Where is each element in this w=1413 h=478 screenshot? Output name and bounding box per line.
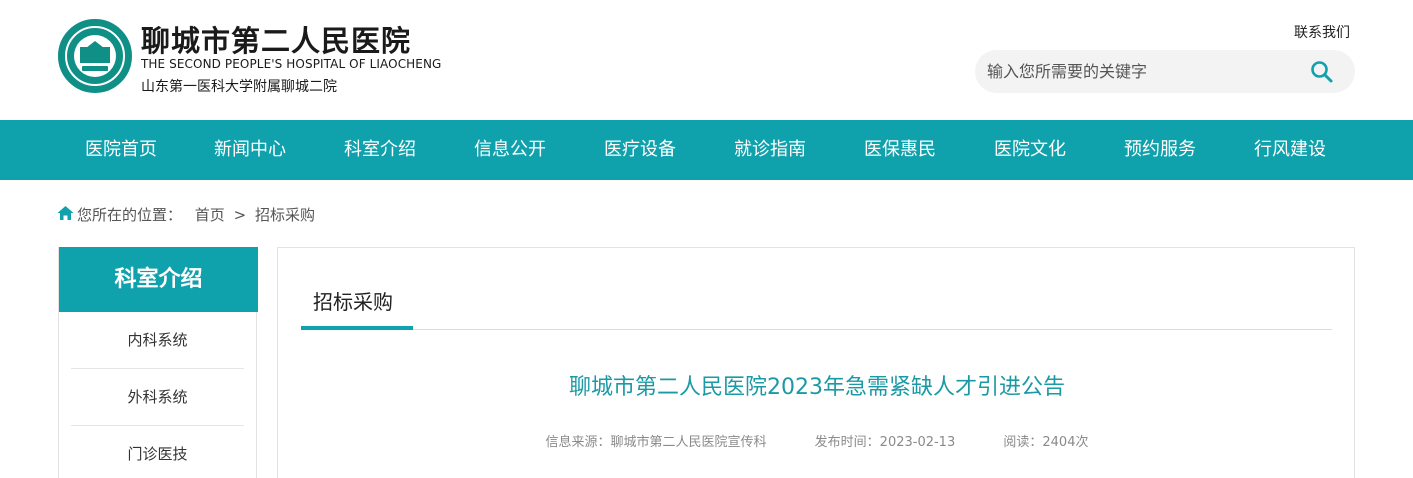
breadcrumb-current[interactable]: 招标采购 (255, 204, 315, 225)
breadcrumb-separator: > (233, 206, 247, 224)
nav-item-disclosure[interactable]: 信息公开 (471, 120, 549, 180)
nav-item-home[interactable]: 医院首页 (82, 120, 160, 180)
contact-us-link[interactable]: 联系我们 (1294, 22, 1350, 42)
search-input[interactable] (975, 50, 1295, 93)
main-nav: 医院首页 新闻中心 科室介绍 信息公开 医疗设备 就诊指南 医保惠民 医院文化 … (0, 120, 1413, 180)
tab-divider (301, 329, 1332, 330)
breadcrumb-prefix: 您所在的位置： (77, 206, 183, 224)
hospital-subtitle: 山东第一医科大学附属聊城二院 (141, 79, 337, 95)
hospital-name-en: THE SECOND PEOPLE'S HOSPITAL OF LIAOCHEN… (141, 57, 442, 71)
hospital-logo-icon[interactable] (58, 19, 132, 93)
section-tab[interactable]: 招标采购 (313, 286, 393, 315)
nav-item-news[interactable]: 新闻中心 (211, 120, 289, 180)
sidebar: 科室介绍 内科系统 外科系统 门诊医技 (58, 247, 258, 478)
sidebar-item-outpatient[interactable]: 门诊医技 (71, 426, 244, 478)
article-source: 信息来源：聊城市第二人民医院宣传科 (545, 435, 767, 450)
article-meta: 信息来源：聊城市第二人民医院宣传科 发布时间：2023-02-13 阅读：240… (278, 431, 1356, 450)
article-views: 阅读：2404次 (1003, 435, 1089, 450)
hospital-name: 聊城市第二人民医院 (141, 24, 412, 58)
nav-item-conduct[interactable]: 行风建设 (1251, 120, 1329, 180)
nav-item-appointment[interactable]: 预约服务 (1121, 120, 1199, 180)
article-title: 聊城市第二人民医院2023年急需紧缺人才引进公告 (569, 375, 1065, 400)
breadcrumb-home-link[interactable]: 首页 (195, 204, 225, 225)
site-header: 聊城市第二人民医院 THE SECOND PEOPLE'S HOSPITAL O… (0, 0, 1413, 120)
tab-active-underline (301, 326, 413, 330)
sidebar-title: 科室介绍 (59, 247, 258, 312)
article-panel: 招标采购 聊城市第二人民医院2023年急需紧缺人才引进公告 信息来源：聊城市第二… (277, 247, 1355, 478)
nav-item-insurance[interactable]: 医保惠民 (861, 120, 939, 180)
sidebar-item-surgery[interactable]: 外科系统 (71, 369, 244, 426)
nav-item-departments[interactable]: 科室介绍 (341, 120, 419, 180)
nav-item-guide[interactable]: 就诊指南 (731, 120, 809, 180)
article-date: 发布时间：2023-02-13 (814, 435, 956, 450)
nav-item-equipment[interactable]: 医疗设备 (601, 120, 679, 180)
home-icon (57, 205, 74, 221)
sidebar-item-internal-medicine[interactable]: 内科系统 (71, 312, 244, 369)
search-box (975, 50, 1355, 93)
search-icon[interactable] (1309, 59, 1335, 85)
nav-item-culture[interactable]: 医院文化 (991, 120, 1069, 180)
